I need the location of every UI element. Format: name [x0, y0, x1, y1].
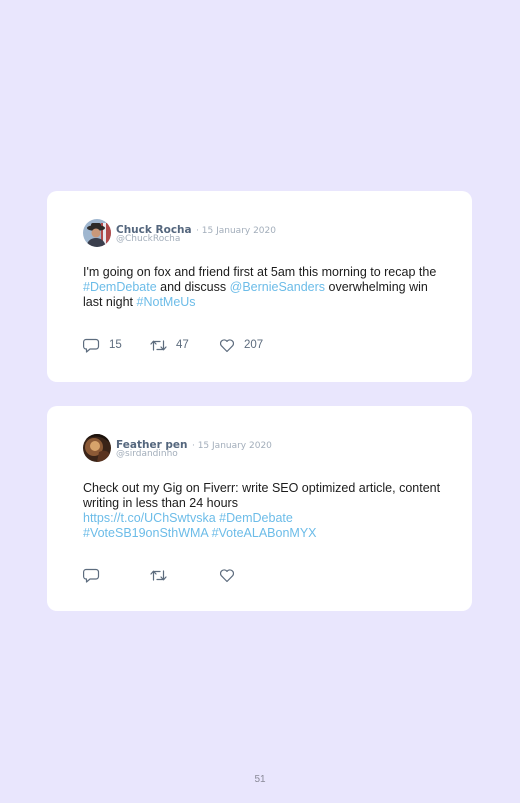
- author-handle[interactable]: @sirdandinho: [116, 449, 178, 459]
- text-segment: and discuss: [156, 280, 230, 294]
- hashtag-link[interactable]: #DemDebate: [219, 511, 293, 525]
- avatar[interactable]: [83, 219, 111, 247]
- avatar[interactable]: [83, 434, 111, 462]
- retweet-button[interactable]: [150, 567, 167, 583]
- reply-icon: [83, 568, 100, 583]
- tweet-card: Feather pen · 15 January 2020 @sirdandin…: [47, 406, 472, 611]
- tweet-text: Check out my Gig on Fiverr: write SEO op…: [83, 481, 443, 541]
- hashtag-link[interactable]: #VoteALABonMYX: [212, 526, 317, 540]
- reply-icon: [83, 338, 100, 353]
- reply-button[interactable]: [83, 567, 100, 583]
- tweet-card: Chuck Rocha · 15 January 2020 @ChuckRoch…: [47, 191, 472, 382]
- text-segment: Check out my Gig on Fiverr: write SEO op…: [83, 481, 441, 510]
- hashtag-link[interactable]: #DemDebate: [83, 280, 157, 294]
- hashtag-link[interactable]: #NotMeUs: [137, 295, 196, 309]
- tweet-date: · 15 January 2020: [196, 226, 276, 236]
- heart-icon: [219, 338, 235, 353]
- like-count: 207: [244, 339, 264, 351]
- author-handle[interactable]: @ChuckRocha: [116, 234, 180, 244]
- mention-link[interactable]: @BernieSanders: [230, 280, 325, 294]
- like-button[interactable]: [219, 567, 235, 583]
- reply-button[interactable]: 15: [83, 337, 122, 353]
- hashtag-link[interactable]: #VoteSB19onSthWMA: [83, 526, 208, 540]
- heart-icon: [219, 568, 235, 583]
- url-link[interactable]: https://t.co/UChSwtvska: [83, 511, 216, 525]
- tweet-date: · 15 January 2020: [191, 441, 272, 451]
- retweet-icon: [150, 568, 167, 583]
- page-number: 51: [254, 774, 266, 785]
- like-button[interactable]: 207: [219, 337, 263, 353]
- retweet-count: 47: [176, 339, 189, 351]
- reply-count: 15: [109, 339, 122, 351]
- retweet-icon: [150, 338, 167, 353]
- text-segment: I'm going on fox and friend first at 5am…: [83, 265, 437, 279]
- tweet-text: I'm going on fox and friend first at 5am…: [83, 265, 443, 310]
- retweet-button[interactable]: 47: [150, 337, 189, 353]
